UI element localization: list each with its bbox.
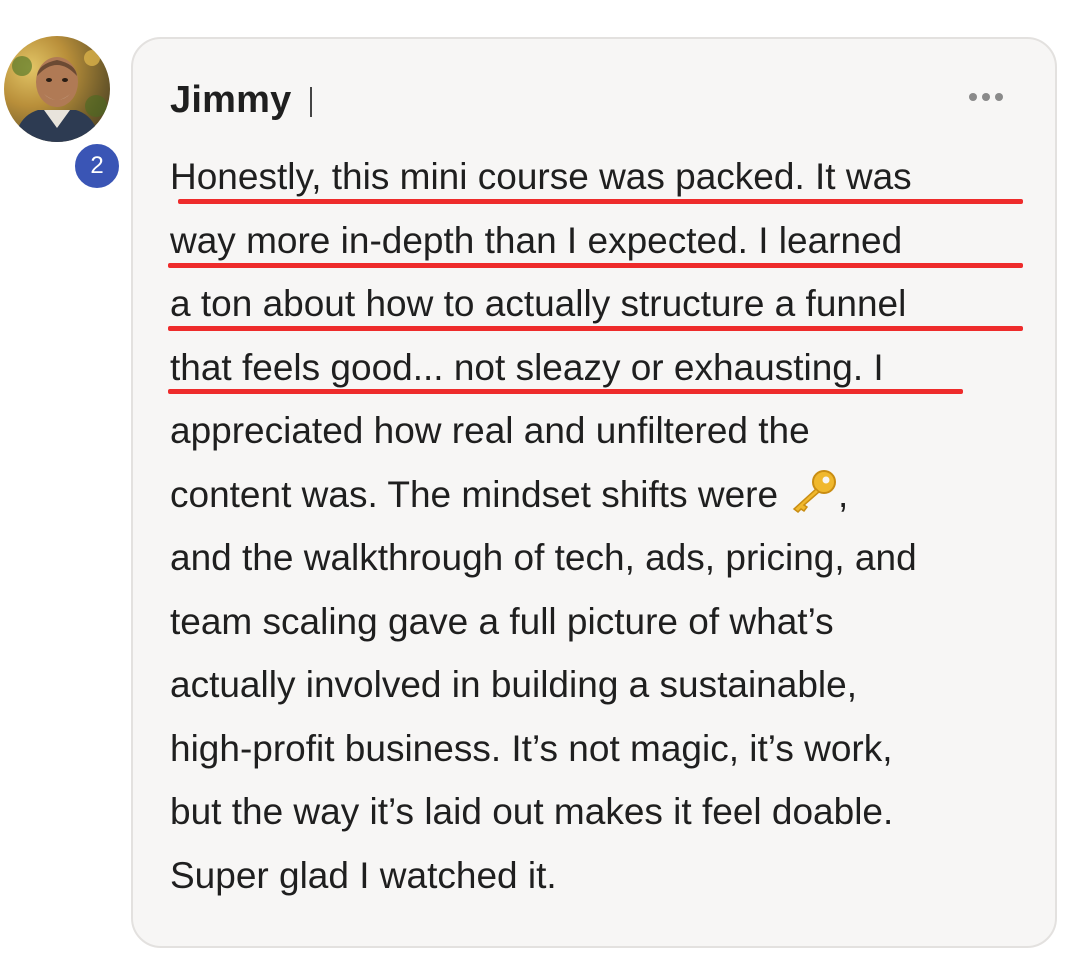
comment-line: but the way it’s laid out makes it feel … (170, 791, 894, 832)
comment-avatar[interactable]: 2 (4, 36, 122, 191)
comment-line-text: content was. The mindset shifts were (170, 473, 779, 515)
comment-bubble: Jimmy Honestly, this mini course was pac… (131, 37, 1057, 948)
comment-line: appreciated how real and unfiltered the (170, 410, 810, 451)
comment-body: Honestly, this mini course was packed. I… (170, 145, 1040, 907)
highlight-underline (178, 199, 1023, 204)
highlight-underline (168, 389, 963, 394)
comment-line: team scaling gave a full picture of what… (170, 600, 834, 642)
more-options-button[interactable] (969, 93, 1003, 101)
highlight-underline (168, 326, 1023, 331)
comment-author-name[interactable]: Jimmy (170, 79, 291, 122)
comma-text: , (838, 473, 849, 515)
comment-line-with-emoji: content was. The mindset shifts were, (170, 463, 1040, 527)
person-photo-icon (12, 50, 107, 142)
highlight-underline (168, 263, 1023, 268)
comment-line: high-profit business. It’s not magic, it… (170, 727, 893, 769)
avatar[interactable] (4, 36, 110, 142)
comment-line: and the walkthrough of tech, ads, pricin… (170, 537, 917, 578)
text-cursor (310, 87, 312, 117)
more-horizontal-icon (969, 93, 977, 101)
comment-line: Super glad I watched it. (170, 854, 557, 896)
notification-badge: 2 (72, 141, 122, 191)
comment-line: actually involved in building a sustaina… (170, 664, 857, 705)
key-emoji-icon (792, 469, 837, 513)
